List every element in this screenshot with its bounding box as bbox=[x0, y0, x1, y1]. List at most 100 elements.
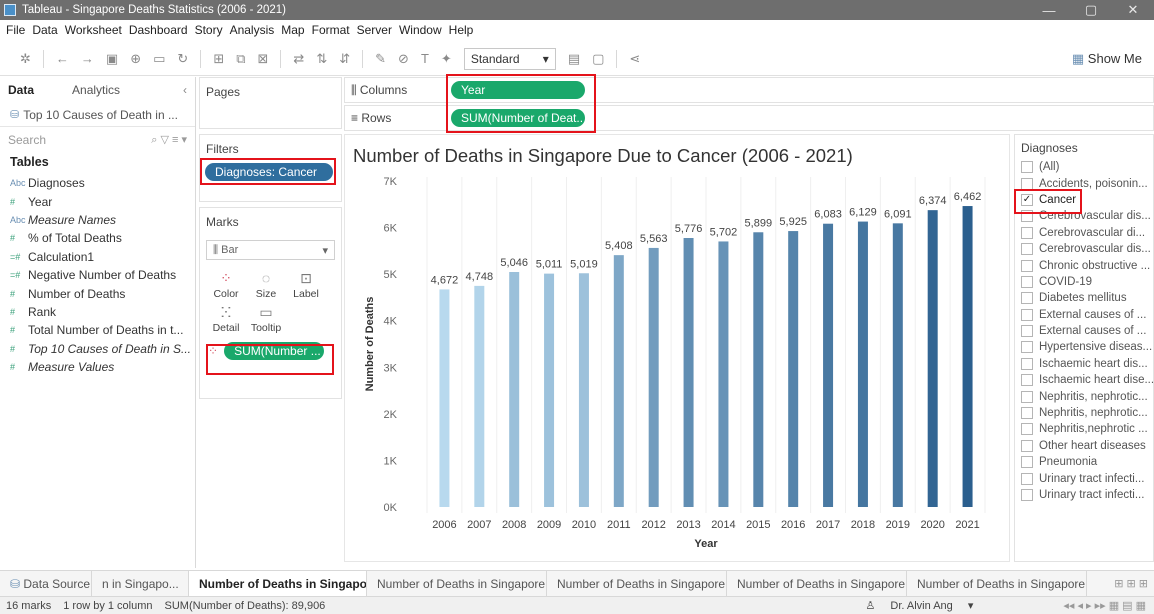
quick-filter-item[interactable]: Diabetes mellitus bbox=[1015, 290, 1153, 306]
redo-icon[interactable]: → bbox=[81, 51, 94, 66]
checkbox[interactable] bbox=[1021, 341, 1033, 354]
menu-story[interactable]: Story bbox=[195, 23, 223, 37]
field-item[interactable]: =# Negative Number of Deaths bbox=[0, 266, 195, 284]
quick-filter-item[interactable]: Cerebrovascular dis... bbox=[1015, 208, 1153, 224]
menu-file[interactable]: File bbox=[6, 23, 25, 37]
menu-analysis[interactable]: Analysis bbox=[230, 23, 275, 37]
quick-filter-item[interactable]: Pneumonia bbox=[1015, 454, 1153, 470]
sheet-tab[interactable]: n in Singapo... bbox=[92, 570, 189, 597]
filter-pill-diagnoses[interactable]: Diagnoses: Cancer bbox=[205, 163, 333, 181]
sheet-tab[interactable]: Number of Deaths in Singapore ... bbox=[907, 570, 1087, 597]
minimize-button[interactable]: — bbox=[1028, 3, 1070, 18]
quick-filter-item[interactable]: Nephritis, nephrotic... bbox=[1015, 388, 1153, 404]
show-mark-labels-icon[interactable]: T bbox=[421, 51, 429, 66]
search-input[interactable]: Search bbox=[8, 133, 151, 147]
highlight-icon[interactable]: ✎ bbox=[375, 51, 386, 67]
marks-pill-sum-deaths[interactable]: SUM(Number ... bbox=[224, 342, 325, 360]
checkbox[interactable] bbox=[1021, 423, 1033, 436]
checkbox[interactable] bbox=[1021, 439, 1033, 452]
checkbox[interactable] bbox=[1021, 407, 1033, 420]
quick-filter-item[interactable]: Ischaemic heart dise... bbox=[1015, 372, 1153, 388]
field-item[interactable]: Abc Diagnoses bbox=[0, 174, 195, 192]
quick-filter-item[interactable]: ✓ Cancer bbox=[1015, 192, 1153, 208]
checkbox[interactable] bbox=[1021, 177, 1033, 190]
checkbox[interactable] bbox=[1021, 243, 1033, 256]
field-item[interactable]: # % of Total Deaths bbox=[0, 229, 195, 247]
columns-pill-year[interactable]: Year bbox=[451, 81, 585, 99]
size-button[interactable]: ◌ Size bbox=[246, 270, 286, 300]
undo-icon[interactable]: ← bbox=[56, 51, 69, 66]
sheet-tab[interactable]: Number of Deaths in Singapor... bbox=[189, 570, 367, 597]
tableau-logo-icon[interactable]: ✲ bbox=[20, 51, 31, 67]
sort-ascending-icon[interactable]: ⇅ bbox=[316, 51, 327, 67]
quick-filter-item[interactable]: External causes of ... bbox=[1015, 307, 1153, 323]
menu-worksheet[interactable]: Worksheet bbox=[65, 23, 122, 37]
sheet-navigation-icons[interactable]: ◂◂ ◂ ▸ ▸▸ ▦ ▤ ▦ bbox=[1063, 599, 1146, 612]
checkbox[interactable] bbox=[1021, 456, 1033, 469]
menu-format[interactable]: Format bbox=[312, 23, 350, 37]
field-item[interactable]: # Top 10 Causes of Death in S... bbox=[0, 340, 195, 358]
tab-data-source[interactable]: ⛁ Data Source bbox=[0, 570, 92, 597]
quick-filter-item[interactable]: Cerebrovascular dis... bbox=[1015, 241, 1153, 257]
quick-filter-item[interactable]: Ischaemic heart dis... bbox=[1015, 356, 1153, 372]
tab-data[interactable]: Data bbox=[8, 83, 34, 97]
pages-shelf[interactable]: Pages bbox=[199, 77, 342, 129]
checkbox[interactable] bbox=[1021, 275, 1033, 288]
search-filter-icons[interactable]: ⌕ ▽ ≡ ▾ bbox=[151, 133, 187, 147]
sheet-tab[interactable]: Number of Deaths in Singapore ... bbox=[727, 570, 907, 597]
field-item[interactable]: # Total Number of Deaths in t... bbox=[0, 321, 195, 339]
checkbox[interactable] bbox=[1021, 390, 1033, 403]
checkbox[interactable] bbox=[1021, 325, 1033, 338]
fix-axes-icon[interactable]: ✦ bbox=[441, 51, 452, 67]
user-menu[interactable]: ♙ Dr. Alvin Ang ▾ bbox=[865, 599, 973, 612]
sheet-tab[interactable]: Number of Deaths in Singapore ... bbox=[367, 570, 547, 597]
share-icon[interactable]: ⋖ bbox=[629, 51, 640, 67]
menu-server[interactable]: Server bbox=[357, 23, 392, 37]
group-members-icon[interactable]: ⊘ bbox=[398, 51, 409, 67]
quick-filter-item[interactable]: Nephritis, nephrotic... bbox=[1015, 405, 1153, 421]
quick-filter-item[interactable]: Urinary tract infecti... bbox=[1015, 470, 1153, 486]
color-button[interactable]: ⁘ Color bbox=[206, 270, 246, 300]
presentation-mode-icon[interactable]: ▢ bbox=[592, 51, 604, 67]
checkbox[interactable] bbox=[1021, 472, 1033, 485]
new-worksheet-icon[interactable]: ⊞ bbox=[213, 51, 224, 67]
tab-analytics[interactable]: Analytics bbox=[72, 83, 120, 97]
menu-data[interactable]: Data bbox=[32, 23, 57, 37]
checkbox[interactable] bbox=[1021, 489, 1033, 501]
quick-filter-item[interactable]: Nephritis,nephrotic ... bbox=[1015, 421, 1153, 437]
quick-filter-item[interactable]: Hypertensive diseas... bbox=[1015, 339, 1153, 355]
pause-updates-icon[interactable]: ▭ bbox=[153, 51, 165, 67]
save-icon[interactable]: ▣ bbox=[106, 51, 118, 67]
checkbox[interactable] bbox=[1021, 357, 1033, 370]
menu-window[interactable]: Window bbox=[399, 23, 442, 37]
rows-shelf[interactable]: ≡ Rows SUM(Number of Deat.. bbox=[344, 105, 1154, 131]
menu-map[interactable]: Map bbox=[281, 23, 304, 37]
checkbox[interactable] bbox=[1021, 308, 1033, 321]
restore-button[interactable]: ▢ bbox=[1070, 2, 1112, 18]
quick-filter-item[interactable]: External causes of ... bbox=[1015, 323, 1153, 339]
filters-shelf[interactable]: Filters Diagnoses: Cancer bbox=[199, 134, 342, 202]
quick-filter-item[interactable]: Chronic obstructive ... bbox=[1015, 257, 1153, 273]
refresh-icon[interactable]: ↻ bbox=[177, 51, 188, 67]
field-item[interactable]: =# Calculation1 bbox=[0, 248, 195, 266]
detail-button[interactable]: ⵘ Detail bbox=[206, 304, 246, 334]
menu-help[interactable]: Help bbox=[449, 23, 474, 37]
swap-rows-columns-icon[interactable]: ⇄ bbox=[293, 51, 304, 67]
checkbox[interactable] bbox=[1021, 210, 1033, 223]
rows-pill-sum-deaths[interactable]: SUM(Number of Deat.. bbox=[451, 109, 585, 127]
close-button[interactable]: ✕ bbox=[1112, 2, 1154, 18]
field-item[interactable]: # Rank bbox=[0, 303, 195, 321]
label-button[interactable]: ⊡ Label bbox=[286, 270, 326, 300]
quick-filter-item[interactable]: (All) bbox=[1015, 159, 1153, 175]
new-data-source-icon[interactable]: ⊕ bbox=[130, 51, 141, 67]
quick-filter-item[interactable]: COVID-19 bbox=[1015, 274, 1153, 290]
columns-shelf[interactable]: ⫼ Columns Year bbox=[344, 77, 1154, 103]
quick-filter-item[interactable]: Accidents, poisonin... bbox=[1015, 175, 1153, 191]
mark-type-select[interactable]: ⫼ Bar ▾ bbox=[206, 240, 335, 260]
field-item[interactable]: # Year bbox=[0, 192, 195, 210]
checkbox[interactable] bbox=[1021, 292, 1033, 305]
tooltip-button[interactable]: ▭ Tooltip bbox=[246, 304, 286, 334]
collapse-pane-icon[interactable]: ‹ bbox=[183, 83, 187, 97]
show-me-button[interactable]: ▦ Show Me bbox=[1072, 51, 1142, 67]
quick-filter-item[interactable]: Other heart diseases bbox=[1015, 438, 1153, 454]
